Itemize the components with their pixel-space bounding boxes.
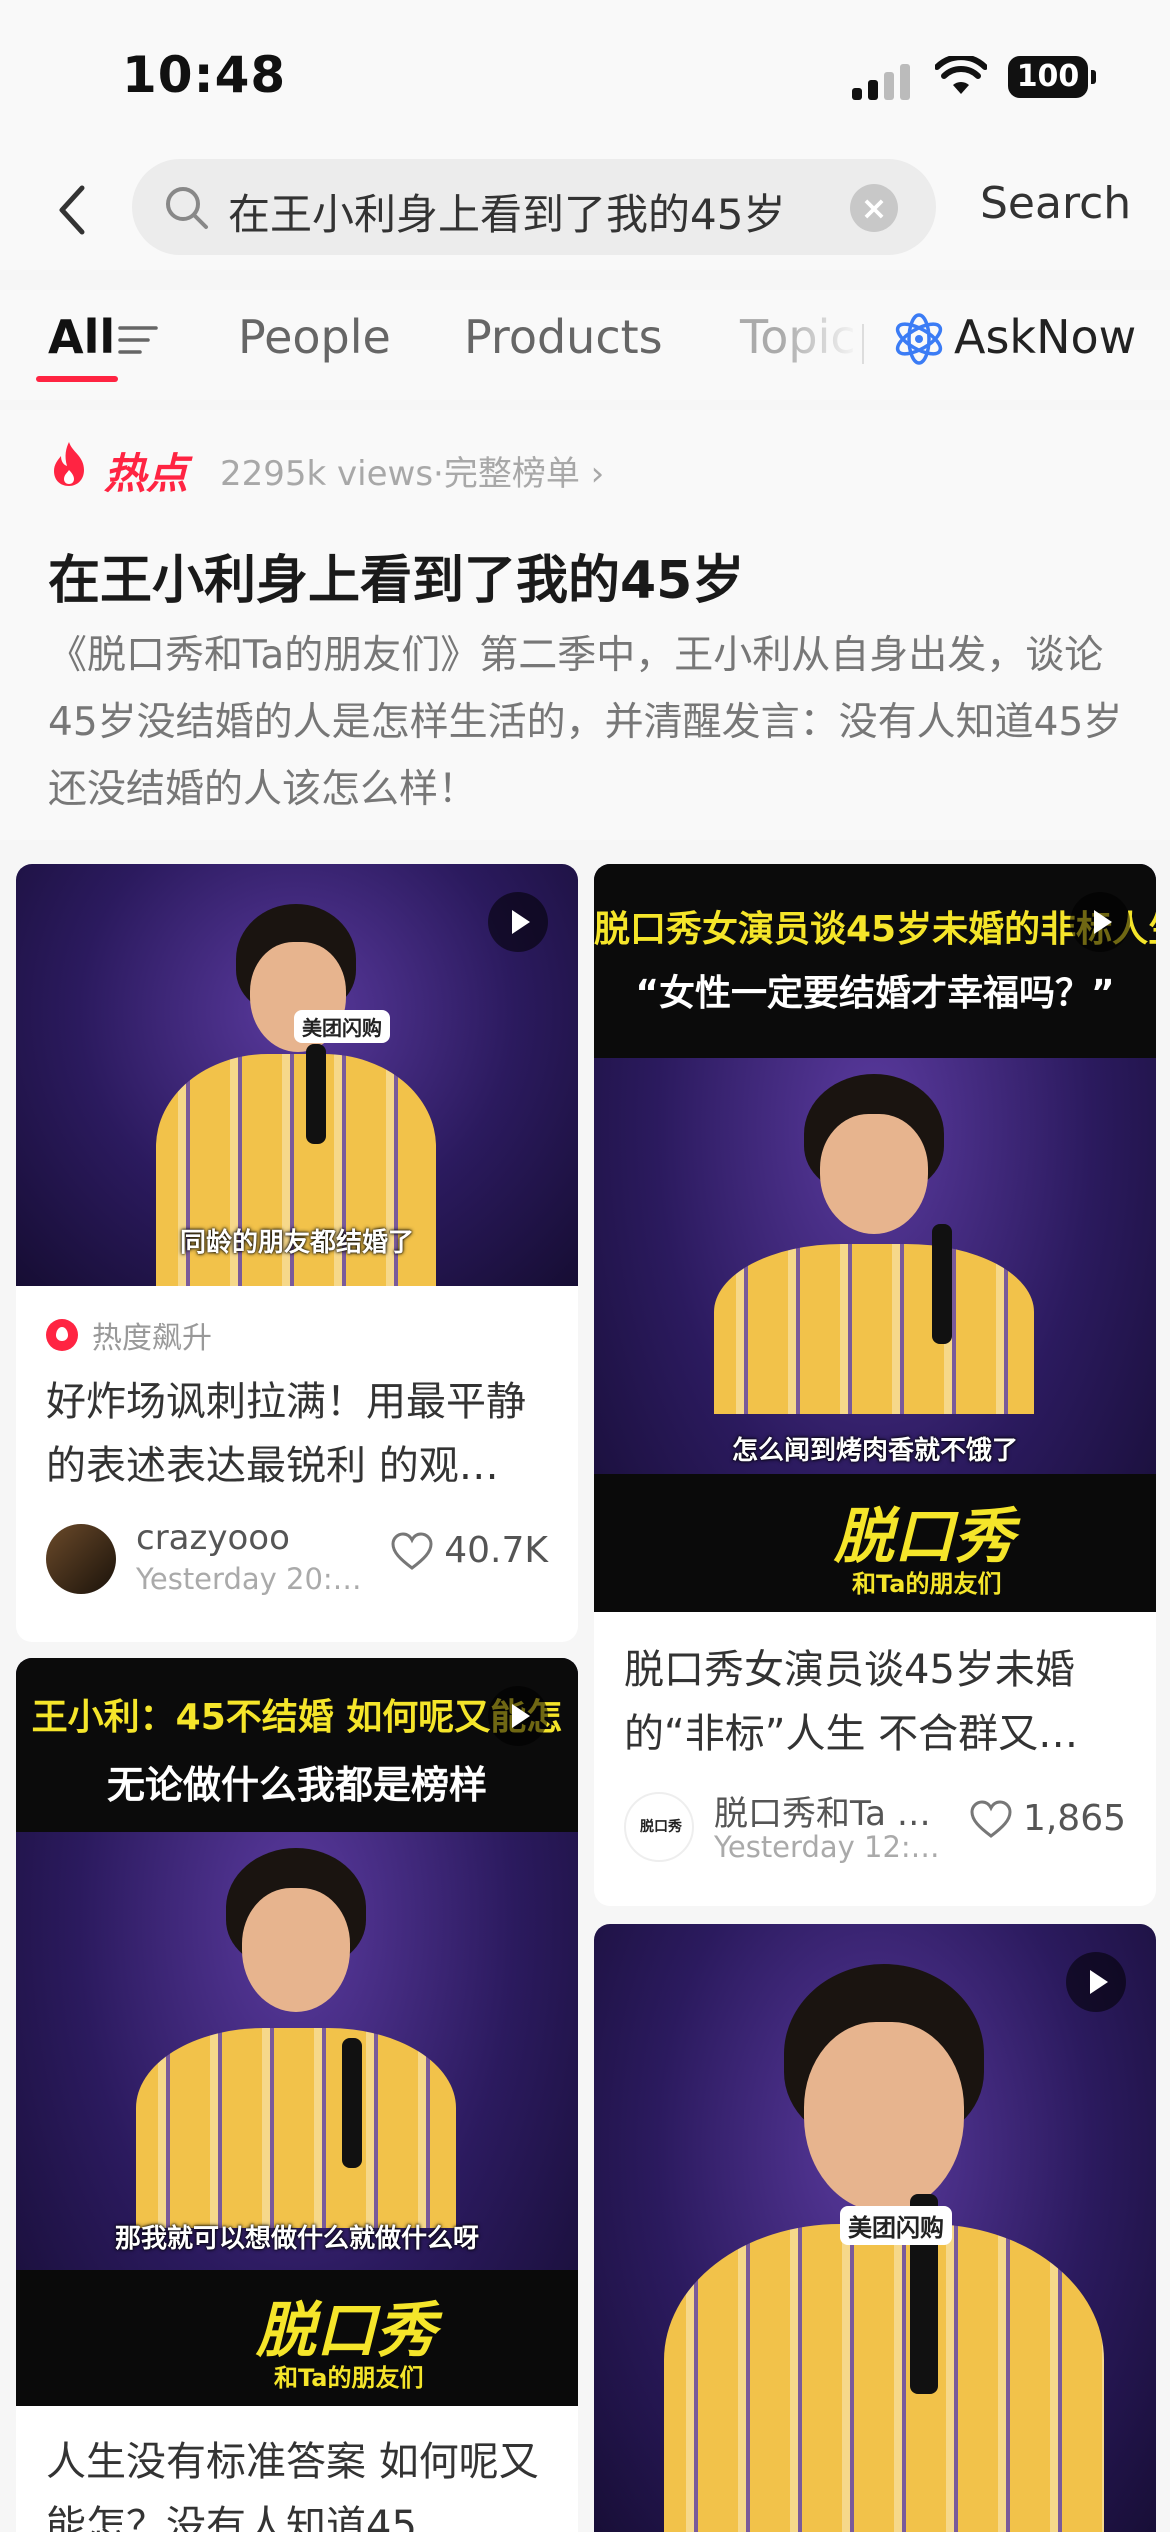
filter-icon[interactable] [118, 322, 158, 358]
search-input[interactable]: 在王小利身上看到了我的45岁 × [132, 159, 936, 255]
author-name[interactable]: crazyooo [136, 1518, 366, 1558]
battery-indicator: 100 [1008, 56, 1096, 98]
post-time: Yesterday 12:33 [714, 1830, 944, 1864]
status-bar: 10:48 100 [0, 0, 1170, 150]
hot-topic-description: 《脱口秀和Ta的朋友们》第二季中，王小利从自身出发，谈论45岁没结婚的人是怎样生… [48, 633, 1123, 812]
like-button[interactable]: 1,865 [969, 1798, 1126, 1839]
tab-divider [862, 324, 864, 364]
card-title[interactable]: 脱口秀女演员谈45岁未婚的“非标”人生 不合群又… [624, 1638, 1126, 1766]
like-count: 1,865 [1022, 1798, 1126, 1839]
search-button[interactable]: Search [980, 178, 1131, 229]
hot-tag: 热度飙升 [46, 1310, 548, 1360]
video-thumbnail[interactable]: 王小利：45不结婚 如何呢又能怎 无论做什么我都是榜样 那我就可以想做什么就做什… [16, 1658, 578, 2406]
card-body: 脱口秀女演员谈45岁未婚的“非标”人生 不合群又… 脱口秀 脱口秀和Ta … Y… [594, 1612, 1156, 1876]
video-thumbnail[interactable]: 美团闪购 同龄的朋友都结婚了 [16, 864, 578, 1286]
tab-asknow[interactable]: AskNow [954, 310, 1136, 364]
clear-search-icon[interactable]: × [850, 184, 898, 232]
like-count: 40.7K [444, 1530, 548, 1571]
note-card[interactable]: 脱口秀女演员谈45岁未婚的非标人生 “女性一定要结婚才幸福吗？” 怎么闻到烤肉香… [594, 864, 1156, 1906]
banner-line-2: 无论做什么我都是榜样 [106, 1763, 487, 1807]
note-card[interactable]: 美团闪购 [594, 1924, 1156, 2532]
author-name[interactable]: 脱口秀和Ta … [714, 1786, 944, 1835]
hot-flame-icon [46, 1319, 78, 1351]
video-subtitle: 那我就可以想做什么就做什么呀 [114, 2224, 479, 2254]
tab-all[interactable]: All [48, 310, 115, 364]
search-header: 在王小利身上看到了我的45岁 × Search [0, 150, 1170, 270]
hot-topic-views: 2295k views [220, 454, 434, 494]
show-logo-subtitle: 和Ta的朋友们 [852, 1570, 1002, 1598]
card-author-row: crazyooo Yesterday 20:… 40.7K [46, 1518, 548, 1608]
hot-topic-meta[interactable]: 2295k views·完整榜单 › [220, 446, 604, 495]
show-avatar-logo: 脱口秀 [640, 1819, 682, 1835]
card-title[interactable]: 人生没有标准答案 如何呢又能怎？没有人知道45… [46, 2430, 548, 2532]
performer-figure [116, 1848, 476, 2228]
asknow-sparkle-icon[interactable] [890, 310, 948, 368]
play-icon [488, 892, 548, 952]
tab-fade-overlay [780, 290, 860, 390]
hot-topic-section[interactable]: 热点 2295k views·完整榜单 › 在王小利身上看到了我的45岁 《脱口… [0, 410, 1170, 840]
hot-tag-label: 热度飙升 [92, 1321, 212, 1356]
mic-sponsor-badge: 美团闪购 [294, 1010, 390, 1043]
back-arrow-icon[interactable] [48, 180, 98, 240]
search-query-text[interactable]: 在王小利身上看到了我的45岁 [228, 181, 785, 242]
card-body: 热度飙升 好炸场讽刺拉满！用最平静的表述表达最锐利 的观… crazyooo Y… [16, 1310, 578, 1608]
like-button[interactable]: 40.7K [390, 1530, 548, 1571]
wifi-icon [935, 56, 987, 94]
video-thumbnail[interactable]: 脱口秀女演员谈45岁未婚的非标人生 “女性一定要结婚才幸福吗？” 怎么闻到烤肉香… [594, 864, 1156, 1612]
post-time: Yesterday 20:… [136, 1562, 362, 1596]
show-logo-title: 脱口秀 [256, 2296, 436, 2366]
heart-icon [970, 1799, 1012, 1838]
play-icon [1070, 892, 1130, 952]
hot-topic-title[interactable]: 在王小利身上看到了我的45岁 [48, 538, 744, 613]
hot-label: 热点 [104, 449, 189, 498]
ranking-link[interactable]: ·完整榜单 [433, 454, 580, 494]
active-tab-indicator [36, 376, 118, 382]
performer-figure [654, 1964, 1114, 2532]
search-icon [166, 187, 208, 229]
play-icon [1066, 1952, 1126, 2012]
tab-products[interactable]: Products [464, 310, 663, 364]
card-author-row: 脱口秀 脱口秀和Ta … Yesterday 12:33 1,865 [624, 1786, 1126, 1876]
avatar[interactable]: 脱口秀 [624, 1792, 694, 1862]
card-body: 人生没有标准答案 如何呢又能怎？没有人知道45… [16, 2406, 578, 2532]
search-tabs: All People Products Topic AskNow [0, 290, 1170, 400]
note-card[interactable]: 王小利：45不结婚 如何呢又能怎 无论做什么我都是榜样 那我就可以想做什么就做什… [16, 1658, 578, 2532]
avatar[interactable] [46, 1524, 116, 1594]
show-logo-title: 脱口秀 [834, 1502, 1014, 1572]
flame-icon [54, 442, 84, 486]
status-time: 10:48 [122, 46, 287, 104]
note-card[interactable]: 美团闪购 同龄的朋友都结婚了 热度飙升 好炸场讽刺拉满！用最平静的表述表达最锐利… [16, 864, 578, 1642]
play-icon [488, 1686, 548, 1746]
cellular-signal-icon [852, 62, 914, 100]
heart-icon [391, 1531, 433, 1570]
video-subtitle: 同龄的朋友都结婚了 [179, 1228, 414, 1258]
video-subtitle: 怎么闻到烤肉香就不饿了 [731, 1436, 1018, 1466]
card-title[interactable]: 好炸场讽刺拉满！用最平静的表述表达最锐利 的观… [46, 1370, 548, 1498]
title-banner [594, 864, 1156, 1058]
video-thumbnail[interactable]: 美团闪购 [594, 1924, 1156, 2532]
banner-line-2: “女性一定要结婚才幸福吗？” [635, 973, 1115, 1014]
mic-sponsor-badge: 美团闪购 [840, 2206, 952, 2245]
show-logo-subtitle: 和Ta的朋友们 [274, 2364, 424, 2392]
performer-figure [694, 1074, 1054, 1414]
tab-people[interactable]: People [238, 310, 391, 364]
